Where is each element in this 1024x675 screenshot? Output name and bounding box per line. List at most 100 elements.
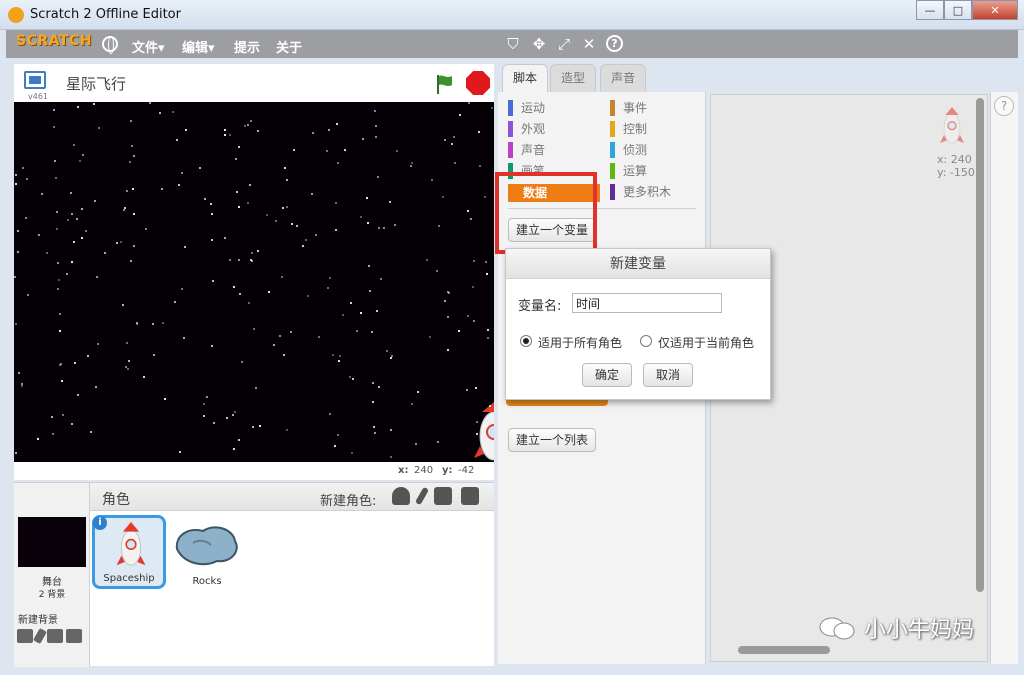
star	[329, 413, 331, 415]
star	[286, 429, 288, 431]
presentation-mode-icon[interactable]	[24, 71, 46, 89]
star	[51, 416, 53, 418]
tab-costumes[interactable]: 造型	[550, 64, 596, 92]
star	[307, 295, 309, 297]
star	[172, 111, 174, 113]
star	[417, 391, 419, 393]
star	[459, 114, 461, 116]
star	[342, 314, 344, 316]
category-operators[interactable]: 运算	[610, 163, 647, 179]
vertical-scrollbar[interactable]	[976, 98, 984, 592]
grow-icon[interactable]: ⤢	[555, 35, 573, 53]
star	[77, 394, 79, 396]
star	[52, 433, 54, 435]
watermark-text: 小小牛妈妈	[864, 618, 975, 643]
star	[125, 366, 127, 368]
menu-tips[interactable]: 提示	[234, 37, 260, 56]
star	[203, 415, 205, 417]
star	[98, 127, 100, 129]
close-button[interactable]: ✕	[972, 0, 1018, 20]
star	[71, 213, 73, 215]
star	[224, 129, 226, 131]
star	[438, 225, 440, 227]
star	[229, 134, 231, 136]
make-list-button[interactable]: 建立一个列表	[508, 428, 597, 452]
category-more-blocks[interactable]: 更多积木	[610, 184, 671, 200]
tab-sounds[interactable]: 声音	[600, 64, 646, 92]
star	[489, 405, 491, 407]
star	[232, 414, 234, 416]
star	[473, 260, 475, 262]
star	[369, 290, 371, 292]
stage-header: v461 星际飞行	[14, 64, 494, 102]
ok-button[interactable]: 确定	[582, 363, 633, 387]
star	[212, 280, 214, 282]
minimize-button[interactable]: —	[916, 0, 944, 20]
star	[335, 229, 337, 231]
star	[275, 220, 277, 222]
star	[491, 107, 493, 109]
tab-scripts[interactable]: 脚本	[502, 64, 548, 94]
stage-thumbnail[interactable]	[18, 517, 86, 567]
star	[248, 302, 250, 304]
info-icon[interactable]: i	[93, 516, 107, 530]
upload-sprite-icon[interactable]	[434, 487, 452, 505]
variable-name-input[interactable]	[572, 293, 722, 313]
star	[247, 202, 249, 204]
stage-canvas[interactable]	[14, 102, 494, 462]
category-looks[interactable]: 外观	[508, 121, 545, 137]
menu-file[interactable]: 文件▾	[132, 37, 165, 56]
project-title[interactable]: 星际飞行	[66, 73, 126, 94]
radio-this-sprite[interactable]	[640, 335, 652, 347]
upload-icon[interactable]	[47, 629, 63, 643]
stop-button[interactable]	[466, 71, 490, 95]
cancel-button[interactable]: 取消	[643, 363, 694, 387]
star	[15, 323, 17, 325]
star	[293, 149, 295, 151]
star	[57, 288, 59, 290]
star	[81, 208, 83, 210]
menu-edit[interactable]: 编辑▾	[182, 37, 215, 56]
star	[126, 342, 128, 344]
star	[390, 429, 392, 431]
help-icon[interactable]: ?	[606, 35, 623, 52]
paint-brush-icon[interactable]	[33, 627, 47, 645]
star	[375, 125, 377, 127]
star	[132, 188, 134, 190]
sprite-tile-rocks[interactable]: Rocks	[170, 515, 244, 589]
star	[79, 160, 81, 162]
star	[62, 414, 64, 416]
stamp-icon[interactable]: ⛉	[504, 35, 522, 53]
maximize-button[interactable]: □	[944, 0, 972, 20]
star	[161, 188, 163, 190]
help-button[interactable]: ?	[994, 96, 1014, 116]
category-sound[interactable]: 声音	[508, 142, 545, 158]
camera-icon[interactable]	[66, 629, 82, 643]
green-flag-icon[interactable]	[434, 73, 456, 95]
category-events[interactable]: 事件	[610, 100, 647, 116]
scratch-logo[interactable]: SCRATCH	[16, 33, 92, 49]
sprite-tile-spaceship[interactable]: i Spaceship	[92, 515, 166, 589]
camera-sprite-icon[interactable]	[461, 487, 479, 505]
spaceship-sprite[interactable]	[470, 402, 494, 462]
shrink-icon[interactable]: ✕	[580, 35, 598, 53]
sprite-library-icon[interactable]	[392, 487, 410, 505]
star	[181, 172, 183, 174]
paint-sprite-icon[interactable]	[414, 486, 430, 506]
horizontal-scrollbar[interactable]	[738, 646, 830, 654]
menu-about[interactable]: 关于	[276, 37, 302, 56]
star	[82, 154, 84, 156]
radio-all-sprites[interactable]	[520, 335, 532, 347]
star	[126, 190, 128, 192]
star	[411, 403, 413, 405]
category-control[interactable]: 控制	[610, 121, 647, 137]
sprite-name: Rocks	[192, 576, 222, 587]
category-sensing[interactable]: 侦测	[610, 142, 647, 158]
cut-icon[interactable]: ✥	[530, 35, 548, 53]
backdrop-library-icon[interactable]	[17, 629, 33, 643]
star	[431, 179, 433, 181]
star	[372, 401, 374, 403]
star	[224, 237, 226, 239]
language-globe-icon[interactable]	[102, 36, 118, 54]
category-motion[interactable]: 运动	[508, 100, 545, 116]
